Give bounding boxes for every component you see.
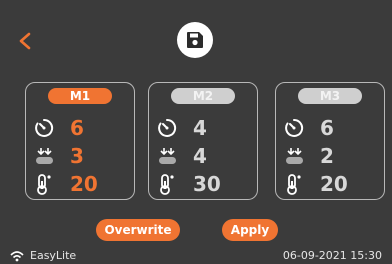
speed-value: 4: [193, 144, 207, 168]
speed-value: 3: [70, 144, 84, 168]
speed-row: 2: [284, 143, 380, 169]
temp-row: 30: [157, 171, 253, 197]
chevron-left-icon: [19, 32, 31, 50]
speed-value: 2: [320, 144, 334, 168]
timer-row: 4: [157, 115, 253, 141]
speed-row: 3: [34, 143, 130, 169]
downward-arrows-icon: [286, 148, 303, 164]
timer-value: 6: [320, 116, 334, 140]
thermometer-icon: [287, 174, 301, 195]
status-bar: EasyLite 06-09-2021 15:30: [0, 248, 392, 264]
temp-row: 20: [34, 171, 130, 197]
speed-row: 4: [157, 143, 253, 169]
thermometer-icon: [160, 174, 174, 195]
thermometer-icon: [37, 174, 51, 195]
timer-icon: [35, 118, 54, 137]
wifi-icon: [10, 251, 24, 262]
temp-value: 20: [70, 172, 98, 196]
timer-row: 6: [284, 115, 380, 141]
preset-badge: M2: [171, 88, 235, 104]
timer-icon: [285, 118, 304, 137]
timer-row: 6: [34, 115, 130, 141]
brand-label: EasyLite: [30, 249, 77, 262]
timer-icon: [158, 118, 177, 137]
back-button[interactable]: [16, 30, 34, 52]
downward-arrows-icon: [36, 148, 53, 164]
temp-value: 30: [193, 172, 221, 196]
floppy-disk-icon: [187, 32, 203, 48]
apply-button[interactable]: Apply: [222, 219, 278, 241]
save-button[interactable]: [177, 22, 213, 58]
timer-value: 4: [193, 116, 207, 140]
downward-arrows-icon: [159, 148, 176, 164]
overwrite-button[interactable]: Overwrite: [96, 219, 180, 241]
preset-card-m2[interactable]: M2 4 4 30: [148, 82, 258, 200]
preset-badge: M1: [48, 88, 112, 104]
datetime-label: 06-09-2021 15:30: [282, 249, 382, 262]
timer-value: 6: [70, 116, 84, 140]
preset-card-m1[interactable]: M1 6 3 20: [25, 82, 135, 200]
preset-badge: M3: [298, 88, 362, 104]
temp-value: 20: [320, 172, 348, 196]
preset-card-m3[interactable]: M3 6 2 20: [275, 82, 385, 200]
temp-row: 20: [284, 171, 380, 197]
